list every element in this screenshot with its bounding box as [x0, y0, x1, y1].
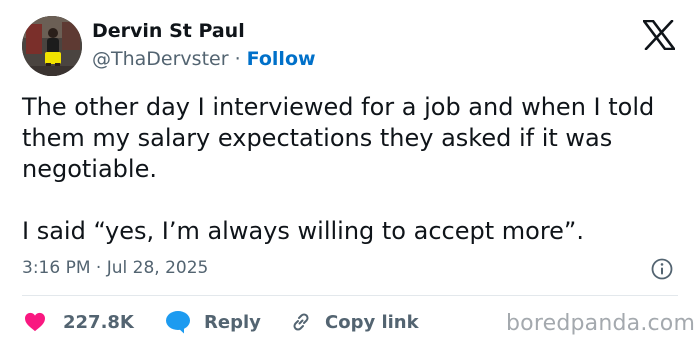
- author-handle[interactable]: @ThaDervster: [92, 48, 229, 70]
- link-icon: [293, 313, 309, 331]
- info-icon[interactable]: [651, 258, 673, 280]
- x-logo-icon[interactable]: [642, 19, 676, 51]
- avatar[interactable]: [22, 16, 82, 76]
- tweet-text: The other day I interviewed for a job an…: [22, 92, 682, 247]
- tweet-paragraph: I said “yes, I’m always willing to accep…: [22, 217, 584, 245]
- copy-link-label: Copy link: [325, 311, 419, 333]
- watermark: boredpanda.com: [506, 311, 696, 336]
- tweet-card: Dervin St Paul @ThaDervster · Follow The…: [0, 0, 700, 348]
- reply-bubble-icon: [166, 311, 190, 334]
- tweet-paragraph: The other day I interviewed for a job an…: [22, 93, 655, 183]
- copy-link-button[interactable]: Copy link: [289, 309, 419, 335]
- author-handle-row: @ThaDervster · Follow: [92, 48, 316, 70]
- like-count: 227.8K: [63, 311, 134, 333]
- reply-button[interactable]: Reply: [165, 309, 261, 335]
- tweet-timestamp[interactable]: 3:16 PM · Jul 28, 2025: [22, 258, 208, 278]
- follow-button[interactable]: Follow: [247, 48, 316, 70]
- heart-icon: [25, 312, 45, 332]
- separator-dot: ·: [228, 48, 247, 70]
- reply-label: Reply: [204, 311, 261, 333]
- divider: [22, 295, 678, 296]
- author-name[interactable]: Dervin St Paul: [92, 20, 245, 42]
- like-button[interactable]: 227.8K: [24, 309, 134, 335]
